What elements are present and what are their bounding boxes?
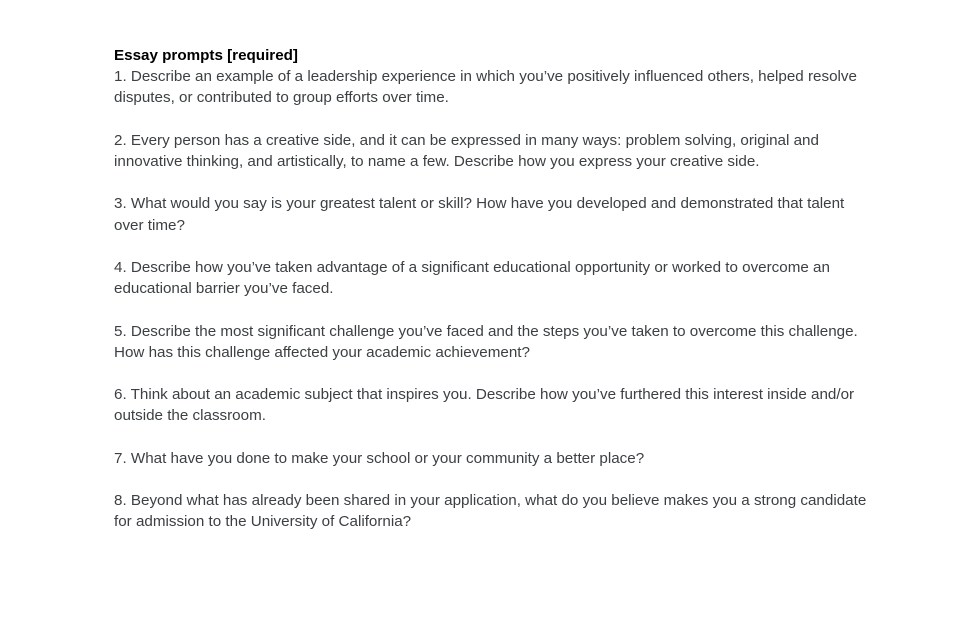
essay-prompt-5: 5. Describe the most significant challen… <box>114 322 858 361</box>
essay-prompt-2: 2. Every person has a creative side, and… <box>114 131 819 170</box>
section-heading: Essay prompts [required] <box>114 47 298 64</box>
document-body[interactable]: Essay prompts [required] 1. Describe an … <box>114 45 874 554</box>
cut-off-text-fragment <box>114 0 194 4</box>
essay-prompt-1: 1. Describe an example of a leadership e… <box>114 68 857 107</box>
essay-prompt-8: 8. Beyond what has already been shared i… <box>114 492 867 531</box>
essay-prompt-4: 4. Describe how you’ve taken advantage o… <box>114 258 830 298</box>
document-page: Essay prompts [required] 1. Describe an … <box>0 0 979 623</box>
essay-prompt-6: 6. Think about an academic subject that … <box>114 386 855 425</box>
essay-prompt-7: 7. What have you done to make your schoo… <box>114 449 645 467</box>
essay-prompt-3: 3. What would you say is your greatest t… <box>114 195 845 234</box>
